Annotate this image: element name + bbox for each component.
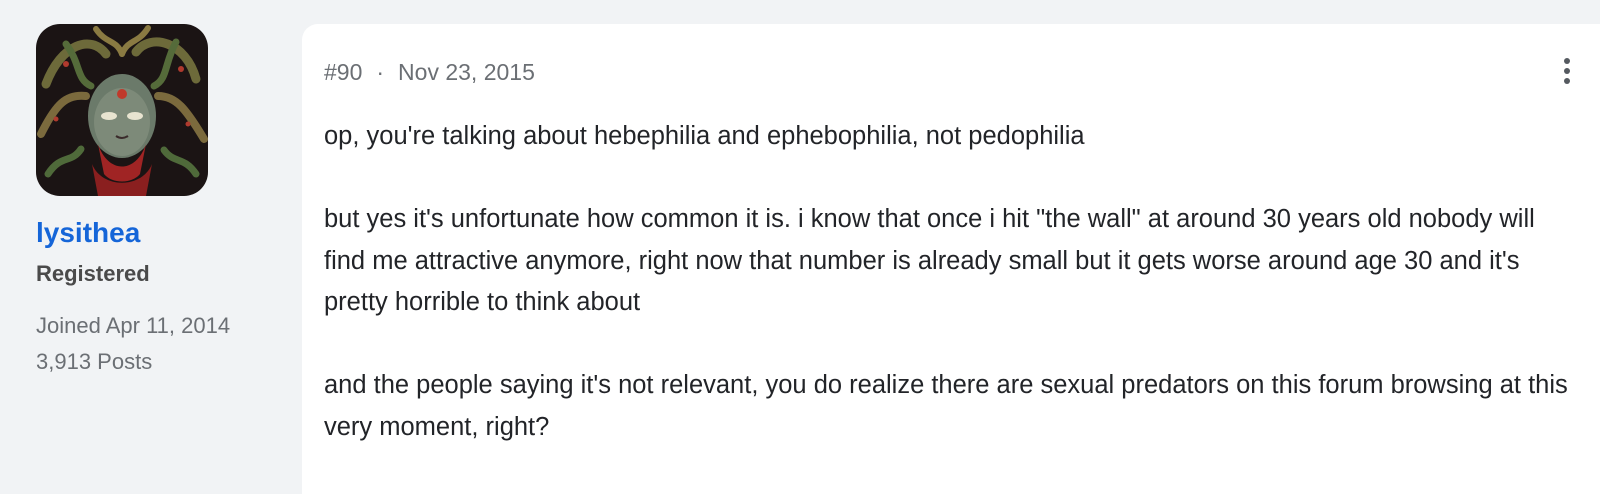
more-dot (1564, 78, 1570, 84)
author-joined-date: Joined Apr 11, 2014 (36, 313, 231, 338)
forum-post-page: lysithea Registered Joined Apr 11, 2014 … (0, 0, 1600, 494)
author-role: Registered (36, 261, 150, 286)
more-dot (1564, 68, 1570, 74)
post-number-link[interactable]: #90 (324, 59, 362, 85)
post-paragraph: op, you're talking about hebephilia and … (324, 122, 1085, 150)
more-dot (1564, 58, 1570, 64)
author-meta: Joined Apr 11, 2014 3,913 Posts (36, 308, 276, 380)
header-separator: · (376, 59, 385, 85)
avatar[interactable] (36, 24, 208, 196)
author-username[interactable]: lysithea (36, 216, 276, 250)
post-author-sidebar: lysithea Registered Joined Apr 11, 2014 … (36, 24, 276, 380)
more-vertical-icon[interactable] (1560, 58, 1574, 88)
post-body: op, you're talking about hebephilia and … (324, 116, 1574, 490)
post-paragraph: but yes it's unfortunate how common it i… (324, 205, 1535, 316)
post-header: #90 · Nov 23, 2015 (324, 58, 535, 86)
post-card: #90 · Nov 23, 2015 op, you're talking abou… (302, 24, 1600, 494)
post-date[interactable]: Nov 23, 2015 (398, 59, 535, 85)
author-post-count: 3,913 Posts (36, 349, 153, 374)
post-paragraph: and the people saying it's not relevant,… (324, 371, 1568, 441)
